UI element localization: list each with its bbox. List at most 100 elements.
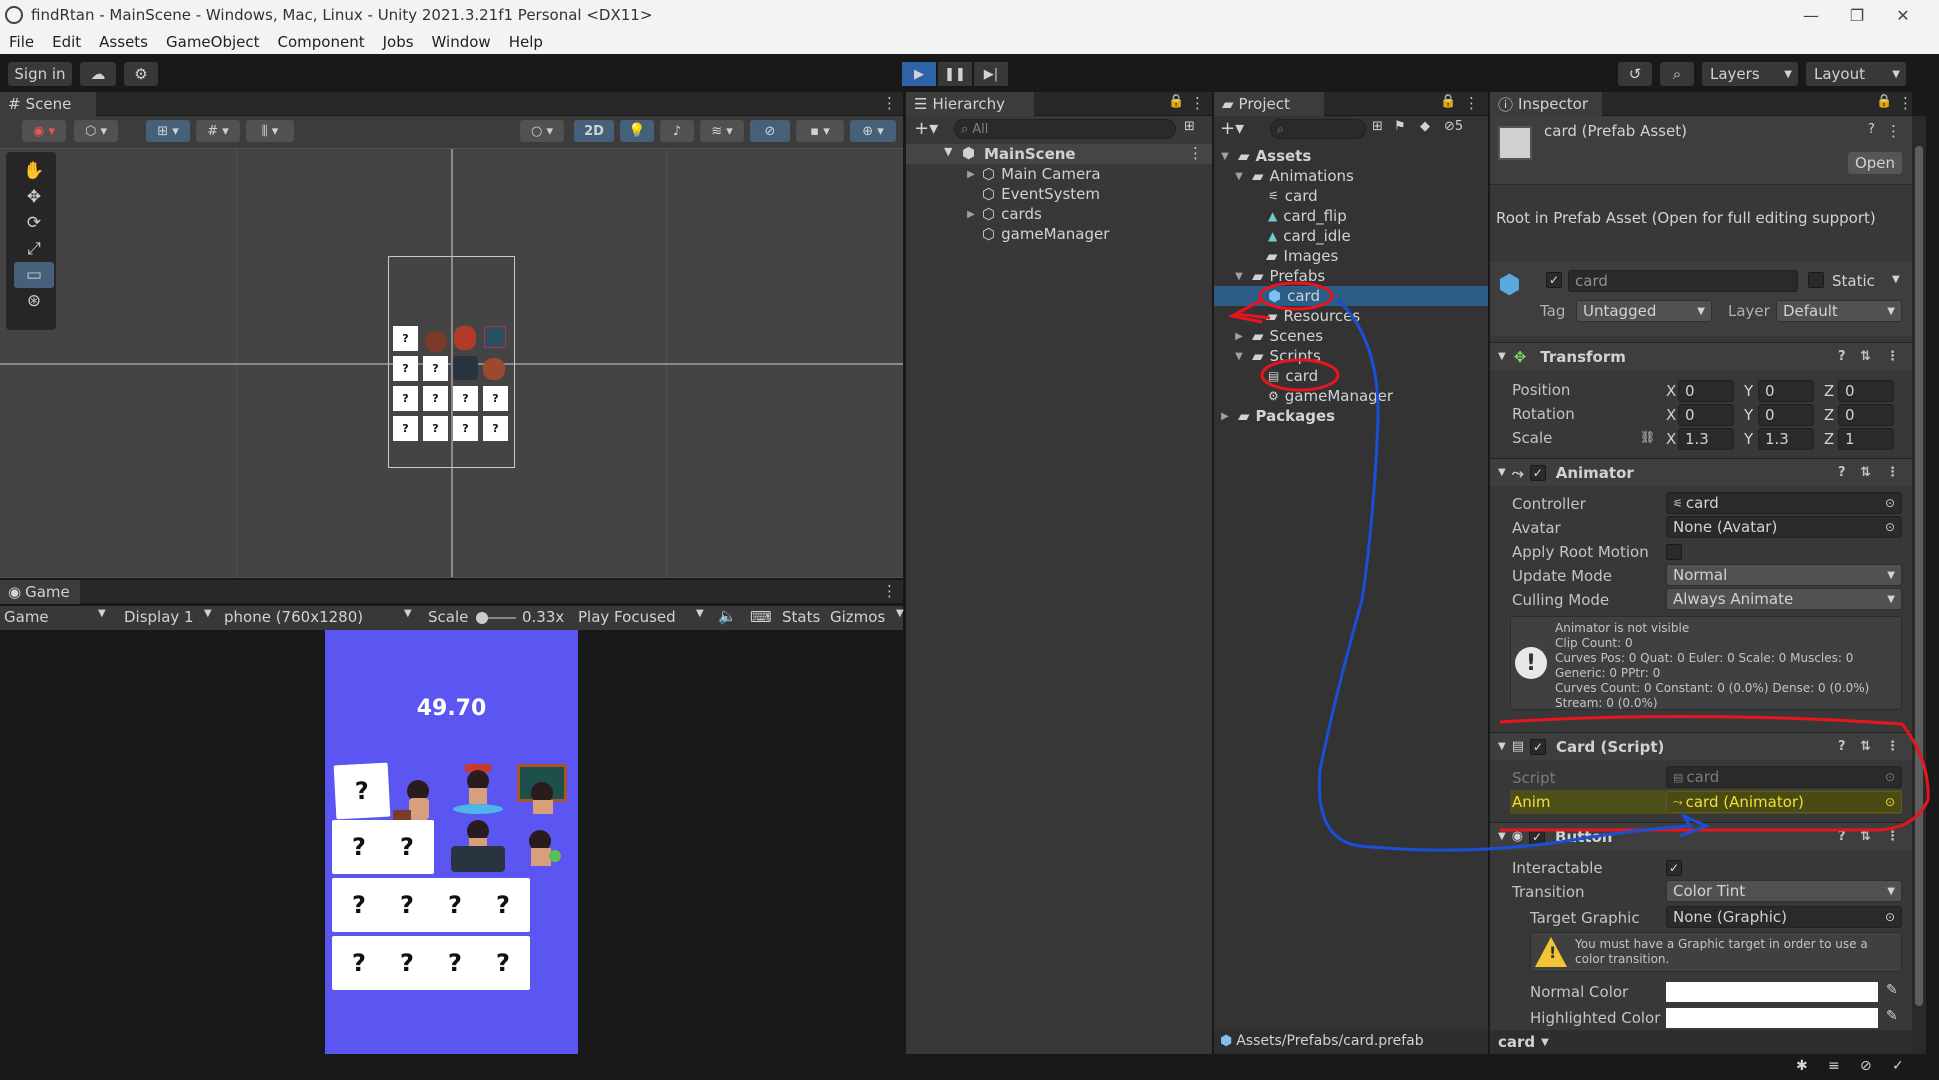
interactable-checkbox[interactable]: ✓	[1666, 860, 1682, 876]
card-sprite-rtan[interactable]	[451, 816, 505, 872]
mute-audio-icon[interactable]: 🔈	[718, 607, 737, 625]
culling-mode-dropdown[interactable]: Always Animate ▼	[1666, 588, 1902, 610]
gizmos-button[interactable]: Gizmos	[830, 608, 885, 626]
object-picker-icon[interactable]: ⊙	[1885, 910, 1895, 924]
gizmos-icon[interactable]: ⊕ ▾	[850, 120, 896, 142]
camera-icon[interactable]: ▪ ▾	[796, 120, 844, 142]
card-sprite-rtan[interactable]	[451, 760, 505, 814]
cloud-icon[interactable]: ☁	[80, 62, 116, 86]
avatar-field[interactable]: None (Avatar) ⊙	[1666, 516, 1902, 538]
increment-snap-icon[interactable]: ⫼ ▾	[246, 120, 294, 142]
audio-icon[interactable]: ♪	[660, 120, 694, 142]
progress-icon[interactable]: ⊘	[1860, 1058, 1872, 1074]
card[interactable]: ?	[380, 936, 434, 990]
inspector-footer[interactable]: card ▼	[1490, 1030, 1912, 1054]
rotation-x-field[interactable]: 0	[1678, 404, 1734, 426]
game-view-dropdown[interactable]: Game	[4, 608, 49, 626]
expand-arrow-icon[interactable]: ▼	[1218, 151, 1232, 162]
shading-icon[interactable]: ○ ▾	[520, 120, 564, 142]
menu-gameobject[interactable]: GameObject	[157, 33, 269, 51]
normal-color-swatch[interactable]	[1666, 982, 1878, 1002]
controller-field[interactable]: ⚟ card ⊙	[1666, 492, 1902, 514]
menu-component[interactable]: Component	[269, 33, 374, 51]
menu-help[interactable]: Help	[500, 33, 552, 51]
hidden-objects-icon[interactable]: ⊘	[750, 120, 790, 142]
component-menu-icon[interactable]: ⋮	[1886, 465, 1899, 480]
menu-edit[interactable]: Edit	[43, 33, 90, 51]
collapse-arrow-icon[interactable]: ▼	[1498, 467, 1506, 478]
component-menu-icon[interactable]: ⋮	[1886, 829, 1899, 844]
expand-arrow-icon[interactable]: ▼	[1232, 351, 1246, 362]
name-field[interactable]: card	[1568, 270, 1798, 292]
layout-dropdown[interactable]: Layout ▼	[1806, 62, 1906, 86]
asset-item[interactable]: ▤ card	[1268, 366, 1318, 386]
tab-game[interactable]: ◉ Game	[0, 580, 80, 604]
apply-root-motion-checkbox[interactable]	[1666, 544, 1682, 560]
component-menu-icon[interactable]: ⋮	[1886, 349, 1899, 364]
scale-z-field[interactable]: 1	[1838, 428, 1894, 450]
help-icon[interactable]: ?	[1838, 739, 1846, 754]
layers-dropdown[interactable]: Layers ▼	[1702, 62, 1798, 86]
menu-assets[interactable]: Assets	[90, 33, 157, 51]
asset-item[interactable]: ▲ card_idle	[1268, 226, 1351, 246]
menu-window[interactable]: Window	[423, 33, 500, 51]
button-enabled-checkbox[interactable]: ✓	[1529, 828, 1546, 845]
selected-prefab-row[interactable]	[1214, 286, 1488, 306]
collapse-arrow-icon[interactable]: ▼	[1498, 741, 1506, 752]
card[interactable]: ?	[332, 936, 386, 990]
help-icon[interactable]: ?	[1868, 122, 1875, 137]
game-menu-icon[interactable]: ⋮	[882, 582, 897, 600]
display-dropdown[interactable]: Display 1	[124, 608, 194, 626]
card-sprite-rtan[interactable]	[521, 826, 569, 880]
lock-icon[interactable]: 🔒	[1440, 94, 1456, 109]
favorite-icon[interactable]: ◆	[1420, 119, 1430, 134]
component-menu-icon[interactable]: ⋮	[1886, 739, 1899, 754]
constrain-proportions-icon[interactable]: ⛓	[1640, 430, 1655, 444]
transform-tool-icon[interactable]: ⊛	[14, 288, 54, 314]
open-prefab-button[interactable]: Open	[1848, 152, 1902, 174]
step-button[interactable]: ▶|	[974, 62, 1008, 86]
debug-icon[interactable]: ✱	[1796, 1058, 1808, 1074]
inspector-menu-icon[interactable]: ⋮	[1898, 94, 1913, 112]
hidden-packages-icon[interactable]: ⊘5	[1444, 119, 1463, 134]
lock-icon[interactable]: 🔒	[1876, 94, 1892, 109]
asset-item[interactable]: ⚙ gameManager	[1268, 386, 1393, 406]
add-icon[interactable]: +▾	[914, 118, 938, 139]
card[interactable]: ?	[476, 936, 530, 990]
add-icon[interactable]: +▾	[1220, 118, 1244, 139]
render-mode-icon[interactable]: ⬡ ▾	[74, 120, 118, 142]
game-screen[interactable]: 49.70 ? ? ? ? ? ? ? ? ? ? ?	[325, 630, 578, 1054]
search-type-icon[interactable]: ⊞	[1184, 119, 1195, 134]
object-picker-icon[interactable]: ⊙	[1885, 496, 1895, 510]
folder-images[interactable]: ▰ Images	[1246, 246, 1338, 266]
scene-menu-icon[interactable]: ⋮	[882, 94, 897, 112]
scene-menu-icon[interactable]: ⋮	[1188, 144, 1203, 162]
inspector-scrollbar[interactable]	[1912, 116, 1926, 1054]
folder-packages[interactable]: ▶ ▰ Packages	[1218, 406, 1335, 426]
help-icon[interactable]: ?	[1838, 829, 1846, 844]
folder-prefabs[interactable]: ▼ ▰ Prefabs	[1232, 266, 1325, 286]
scene-view[interactable]: ? ? ? ? ? ? ? ? ? ? ?	[0, 148, 903, 578]
folder-scenes[interactable]: ▶ ▰ Scenes	[1232, 326, 1323, 346]
expand-arrow-icon[interactable]: ▼	[1232, 271, 1246, 282]
folder-resources[interactable]: ▰ Resources	[1246, 306, 1360, 326]
expand-arrow-icon[interactable]: ▶	[964, 209, 978, 220]
object-picker-icon[interactable]: ⊙	[1885, 520, 1895, 534]
expand-arrow-icon[interactable]: ▶	[1232, 331, 1246, 342]
sign-in-button[interactable]: Sign in	[8, 62, 72, 86]
card[interactable]: ?	[333, 762, 391, 820]
hierarchy-item[interactable]: ▶ ⬡ Main Camera	[964, 164, 1100, 184]
close-button[interactable]: ✕	[1880, 0, 1926, 30]
rotate-tool-icon[interactable]: ⟳	[14, 210, 54, 236]
preset-icon[interactable]: ⇅	[1860, 829, 1871, 844]
scene-row[interactable]: ▼ ⬢ MainScene ⋮	[906, 144, 1212, 164]
hierarchy-item[interactable]: ⬡ EventSystem	[964, 184, 1100, 204]
card-sprite-rtan[interactable]	[517, 764, 569, 818]
scale-y-field[interactable]: 1.3	[1758, 428, 1814, 450]
animator-enabled-checkbox[interactable]: ✓	[1529, 464, 1546, 481]
target-graphic-field[interactable]: None (Graphic) ⊙	[1666, 906, 1902, 928]
card[interactable]: ?	[428, 936, 482, 990]
lighting-icon[interactable]: 💡	[620, 120, 654, 142]
draw-mode-icon[interactable]: ◉ ▾	[22, 120, 66, 142]
tab-project[interactable]: ▰ Project	[1214, 92, 1324, 116]
